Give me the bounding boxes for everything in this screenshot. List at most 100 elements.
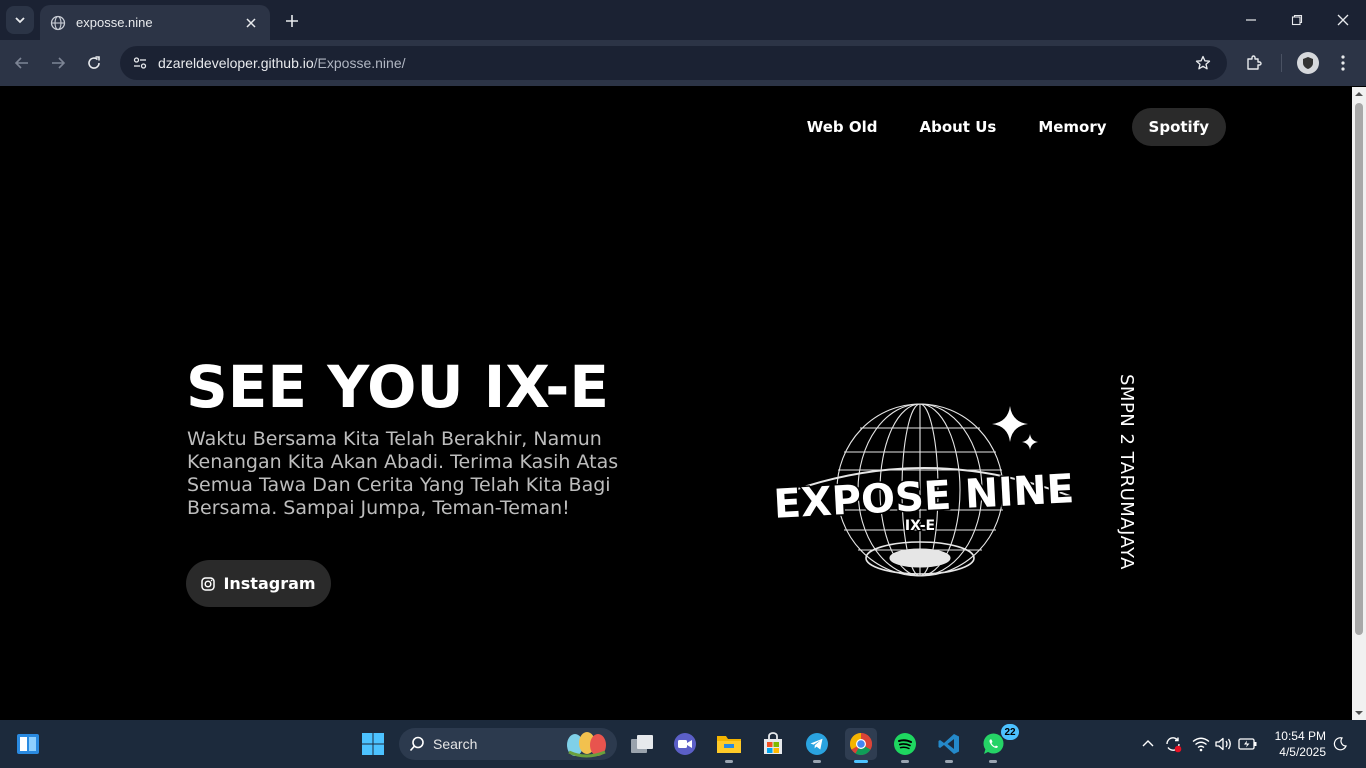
volume-button[interactable] bbox=[1214, 734, 1234, 754]
running-indicator bbox=[725, 760, 733, 763]
browser-tab-bar: exposse.nine bbox=[0, 0, 1366, 40]
taskbar-search[interactable]: Search bbox=[399, 728, 617, 760]
taskbar-file-explorer[interactable] bbox=[713, 728, 745, 763]
browser-menu-button[interactable] bbox=[1331, 51, 1355, 75]
close-tab-icon[interactable] bbox=[242, 14, 260, 32]
arrow-left-icon bbox=[14, 57, 28, 69]
url-host: dzareldeveloper.github.io bbox=[158, 55, 314, 71]
sparkle-large bbox=[992, 406, 1028, 442]
spotify-icon bbox=[894, 733, 916, 755]
taskbar-whatsapp[interactable]: 22 bbox=[977, 724, 1019, 763]
close-window-button[interactable] bbox=[1330, 8, 1356, 32]
running-indicator bbox=[813, 760, 821, 763]
page-scrollbar[interactable] bbox=[1352, 87, 1366, 720]
folder-icon bbox=[717, 736, 741, 753]
vscode-icon bbox=[938, 734, 959, 754]
show-hidden-icons-button[interactable] bbox=[1138, 734, 1158, 754]
running-indicator bbox=[901, 760, 909, 763]
store-icon bbox=[764, 732, 782, 754]
nav-about-us[interactable]: About Us bbox=[902, 108, 1013, 146]
instagram-button[interactable]: Instagram bbox=[186, 560, 331, 607]
new-tab-button[interactable] bbox=[281, 10, 303, 32]
bookmark-star-icon[interactable] bbox=[1193, 53, 1213, 73]
address-bar[interactable]: dzareldeveloper.github.io/Exposse.nine/ bbox=[120, 46, 1227, 80]
profile-shield-icon bbox=[1303, 57, 1313, 69]
nav-spotify[interactable]: Spotify bbox=[1131, 108, 1226, 146]
restore-button[interactable] bbox=[1284, 8, 1310, 32]
puzzle-icon bbox=[1247, 55, 1262, 70]
browser-toolbar: dzareldeveloper.github.io/Exposse.nine/ bbox=[0, 40, 1366, 86]
whatsapp-unread-badge: 22 bbox=[1001, 724, 1019, 740]
hero-title: SEE YOU IX-E bbox=[186, 353, 609, 421]
hero-text: Waktu Bersama Kita Telah Berakhir, Namun… bbox=[187, 428, 619, 519]
site-settings-icon[interactable] bbox=[130, 53, 150, 73]
minimize-icon bbox=[1246, 19, 1256, 21]
sync-status-button[interactable] bbox=[1163, 734, 1183, 754]
taskbar-clock[interactable]: 10:54 PM 4/5/2025 bbox=[1270, 728, 1326, 760]
battery-button[interactable] bbox=[1238, 734, 1258, 754]
web-page: Web Old About Us Memory Spotify SEE YOU … bbox=[0, 87, 1352, 720]
arrow-right-icon bbox=[52, 57, 66, 69]
extensions-button[interactable] bbox=[1242, 51, 1266, 75]
chevron-up-icon bbox=[1142, 740, 1154, 747]
scroll-up-icon[interactable] bbox=[1355, 90, 1363, 98]
more-vertical-icon bbox=[1341, 55, 1345, 71]
taskbar-chrome[interactable] bbox=[845, 728, 877, 763]
start-button[interactable] bbox=[357, 728, 389, 760]
logo-sub-text: IX-E bbox=[905, 518, 935, 534]
scroll-down-icon[interactable] bbox=[1355, 709, 1363, 717]
nav-web-old[interactable]: Web Old bbox=[790, 108, 895, 146]
easter-eggs-icon bbox=[567, 732, 606, 758]
battery-charging-icon bbox=[1238, 738, 1257, 750]
running-indicator bbox=[989, 760, 997, 763]
clock-date: 4/5/2025 bbox=[1279, 745, 1326, 759]
chevron-down-icon bbox=[15, 17, 25, 24]
widgets-button[interactable] bbox=[12, 728, 44, 760]
close-icon bbox=[1337, 14, 1349, 26]
instagram-label: Instagram bbox=[223, 574, 316, 593]
sparkle-small bbox=[1022, 434, 1038, 450]
taskbar-meet-app[interactable] bbox=[669, 728, 701, 760]
toolbar-separator bbox=[1281, 54, 1282, 72]
clock-time: 10:54 PM bbox=[1274, 729, 1326, 743]
minimize-button[interactable] bbox=[1238, 8, 1264, 32]
search-label: Search bbox=[433, 736, 478, 752]
taskbar-microsoft-store[interactable] bbox=[757, 728, 789, 760]
telegram-icon bbox=[806, 733, 828, 755]
moon-icon bbox=[1333, 737, 1347, 751]
widgets-icon bbox=[17, 734, 39, 754]
back-button[interactable] bbox=[10, 51, 34, 75]
profile-avatar[interactable] bbox=[1297, 52, 1319, 74]
notifications-button[interactable] bbox=[1330, 734, 1350, 754]
video-camera-icon bbox=[674, 733, 696, 755]
search-icon bbox=[409, 736, 424, 752]
plus-icon bbox=[286, 15, 298, 27]
chrome-icon bbox=[850, 733, 872, 755]
taskbar-spotify[interactable] bbox=[889, 728, 921, 763]
nav-memory[interactable]: Memory bbox=[1021, 108, 1123, 146]
taskbar-telegram[interactable] bbox=[801, 728, 833, 763]
windows-taskbar: Search 22 10:54 PM 4/5/2025 bbox=[0, 720, 1366, 768]
tab-search-button[interactable] bbox=[6, 6, 34, 34]
reload-icon bbox=[88, 56, 100, 69]
task-view-button[interactable] bbox=[626, 728, 658, 760]
browser-tab-active[interactable]: exposse.nine bbox=[40, 5, 270, 40]
task-view-icon bbox=[631, 735, 653, 753]
site-nav: Web Old About Us Memory Spotify bbox=[790, 108, 1226, 146]
expose-nine-logo: EXPOSE NINE IX-E bbox=[771, 400, 1077, 580]
reload-button[interactable] bbox=[82, 51, 106, 75]
instagram-icon bbox=[201, 576, 216, 591]
restore-icon bbox=[1291, 14, 1303, 26]
running-indicator bbox=[945, 760, 953, 763]
sync-icon bbox=[1166, 737, 1182, 753]
taskbar-vscode[interactable] bbox=[933, 728, 965, 763]
school-name-vertical: SMPN 2 TARUMAJAYA bbox=[1116, 374, 1137, 570]
wifi-icon bbox=[1192, 737, 1210, 752]
url-path: /Exposse.nine/ bbox=[313, 55, 406, 71]
scrollbar-thumb[interactable] bbox=[1355, 103, 1363, 635]
active-indicator bbox=[854, 760, 868, 763]
globe-icon bbox=[50, 15, 66, 31]
wifi-button[interactable] bbox=[1191, 734, 1211, 754]
url-text: dzareldeveloper.github.io/Exposse.nine/ bbox=[158, 55, 406, 71]
forward-button[interactable] bbox=[46, 51, 70, 75]
